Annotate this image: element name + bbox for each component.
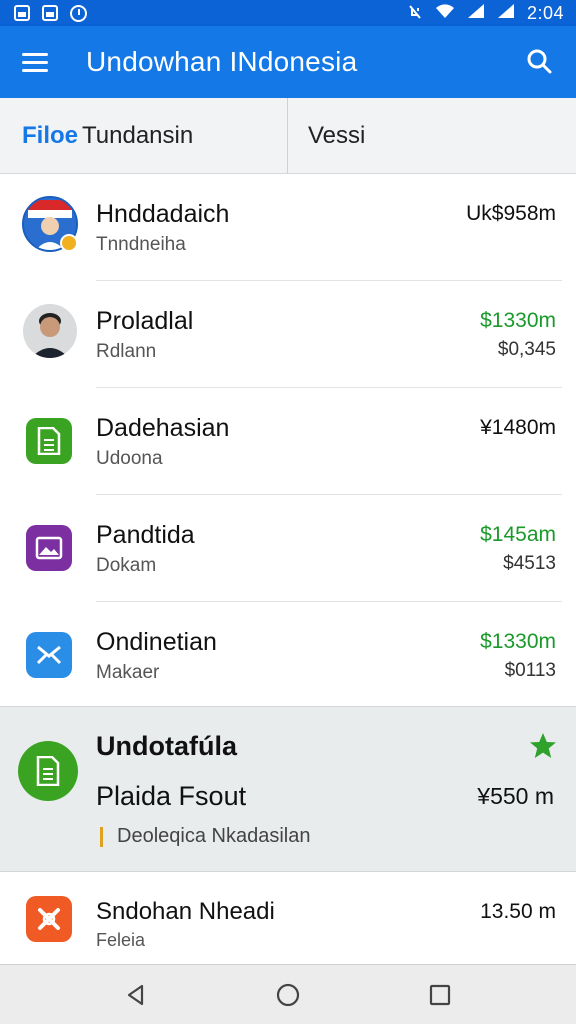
- app-title: Undowhan INdonesia: [86, 46, 358, 77]
- item-amount: $1330m: [480, 309, 556, 332]
- app-logo-icon: [26, 896, 72, 942]
- item-subtitle: Makaer: [96, 662, 160, 683]
- item-subtitle: Feleia: [96, 930, 146, 950]
- avatar-flag-icon: [22, 196, 78, 252]
- tab-vessi[interactable]: Vessi: [288, 98, 365, 173]
- recents-square-icon[interactable]: [418, 973, 462, 1017]
- list-item[interactable]: Ondinetian Makaer $1330m $0113: [0, 602, 576, 706]
- app-bar: Undowhan INdonesia: [0, 26, 576, 98]
- image-icon: [26, 525, 72, 571]
- featured-item[interactable]: Undotafúla Plaida Fsout ¥550 m Deoleqica…: [0, 706, 576, 872]
- signal-icon: [497, 3, 515, 24]
- signal-icon: [467, 3, 485, 24]
- home-circle-icon[interactable]: [266, 973, 310, 1017]
- back-triangle-icon[interactable]: [114, 973, 158, 1017]
- item-amount-secondary: $0,345: [497, 339, 556, 360]
- list-item[interactable]: Proladlal Rdlann $1330m $0,345: [0, 281, 576, 388]
- item-title: Proladlal: [96, 307, 194, 335]
- document-icon: [26, 418, 72, 464]
- list-item[interactable]: Hnddadaich Tnndneiha Uk$958m: [0, 174, 576, 281]
- status-right-icons: 2:04: [407, 3, 564, 24]
- tab-files[interactable]: Filoe Tundansin: [0, 98, 288, 173]
- item-subtitle: Tnndneiha: [96, 234, 186, 255]
- tab-files-accent: Filoe: [22, 121, 79, 149]
- featured-note: Deoleqica Nkadasilan: [100, 825, 310, 848]
- image-icon: [14, 5, 30, 21]
- alarm-clock-icon: [70, 4, 87, 22]
- item-amount: ¥1480m: [480, 416, 556, 439]
- tab-files-label: Tundansin: [82, 121, 194, 149]
- item-title: Sndohan Nheadi: [96, 898, 275, 925]
- tab-vessi-label: Vessi: [308, 121, 366, 149]
- item-amount: $145am: [480, 523, 556, 546]
- status-time: 2:04: [526, 2, 564, 23]
- item-amount-secondary: $0113: [504, 660, 556, 681]
- mail-icon: [26, 632, 72, 678]
- item-subtitle: Dokam: [96, 555, 157, 576]
- item-amount: $1330m: [480, 630, 556, 653]
- item-subtitle: Udoona: [96, 448, 163, 469]
- item-amount-secondary: $4513: [503, 553, 556, 574]
- featured-title: Undotafúla: [96, 731, 237, 761]
- item-amount: Uk$958m: [466, 202, 556, 225]
- item-title: Hnddadaich: [96, 200, 230, 228]
- item-amount: 13.50 m: [480, 900, 556, 923]
- search-icon[interactable]: [522, 44, 558, 80]
- featured-amount: ¥550 m: [477, 783, 554, 809]
- list-item[interactable]: Dadehasian Udoona ¥1480m: [0, 388, 576, 495]
- note-marker: [100, 826, 103, 847]
- status-left-icons: [14, 4, 87, 22]
- item-title: Dadehasian: [96, 414, 230, 442]
- list-item[interactable]: Sndohan Nheadi Feleia 13.50 m: [0, 872, 576, 964]
- featured-subtitle: Plaida Fsout: [96, 781, 247, 811]
- item-subtitle: Rdlann: [96, 341, 157, 362]
- notifications-off-icon: [407, 4, 423, 23]
- document-icon: [18, 741, 78, 801]
- calendar-icon: [42, 5, 58, 21]
- list-item[interactable]: Pandtida Dokam $145am $4513: [0, 495, 576, 602]
- menu-icon[interactable]: [22, 42, 62, 82]
- star-icon[interactable]: [528, 731, 558, 761]
- tab-bar: Filoe Tundansin Vessi: [0, 98, 576, 174]
- system-nav-bar: [0, 964, 576, 1024]
- item-list: Hnddadaich Tnndneiha Uk$958m Proladlal R…: [0, 174, 576, 964]
- status-bar: 2:04: [0, 0, 576, 26]
- item-title: Ondinetian: [96, 628, 217, 656]
- wifi-icon: [435, 3, 455, 24]
- avatar-man-icon: [22, 303, 78, 359]
- featured-note-text: Deoleqica Nkadasilan: [117, 825, 311, 847]
- item-title: Pandtida: [96, 521, 195, 549]
